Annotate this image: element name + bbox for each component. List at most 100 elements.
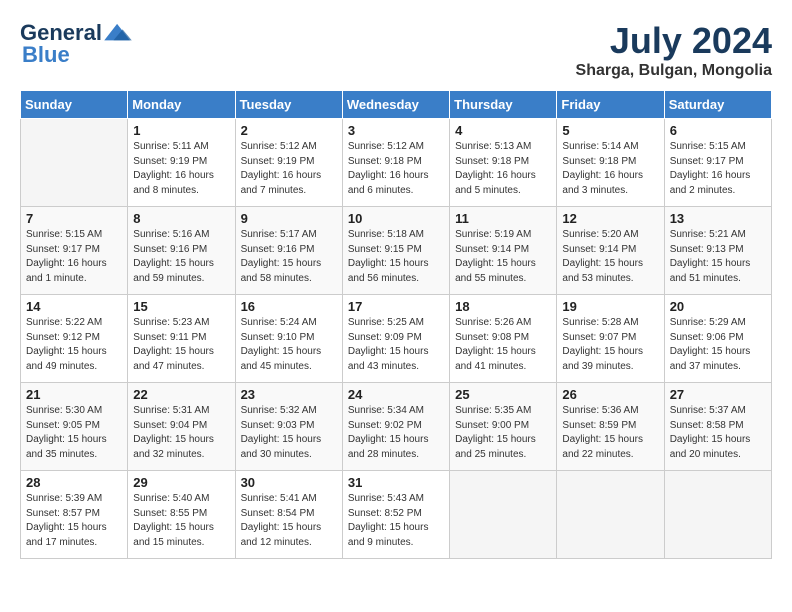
day-number: 25	[455, 387, 551, 402]
column-header-wednesday: Wednesday	[342, 91, 449, 119]
day-info: Sunrise: 5:18 AM Sunset: 9:15 PM Dayligh…	[348, 228, 444, 286]
day-info: Sunrise: 5:41 AM Sunset: 8:54 PM Dayligh…	[241, 492, 337, 550]
week-row-3: 14 Sunrise: 5:22 AM Sunset: 9:12 PM Dayli…	[21, 295, 772, 383]
day-info: Sunrise: 5:40 AM Sunset: 8:55 PM Dayligh…	[133, 492, 229, 550]
day-info: Sunrise: 5:36 AM Sunset: 8:59 PM Dayligh…	[562, 404, 658, 462]
day-info: Sunrise: 5:20 AM Sunset: 9:14 PM Dayligh…	[562, 228, 658, 286]
day-info: Sunrise: 5:35 AM Sunset: 9:00 PM Dayligh…	[455, 404, 551, 462]
day-info: Sunrise: 5:30 AM Sunset: 9:05 PM Dayligh…	[26, 404, 122, 462]
day-cell: 16 Sunrise: 5:24 AM Sunset: 9:10 PM Dayli…	[235, 295, 342, 383]
day-cell: 28 Sunrise: 5:39 AM Sunset: 8:57 PM Dayli…	[21, 471, 128, 559]
day-info: Sunrise: 5:23 AM Sunset: 9:11 PM Dayligh…	[133, 316, 229, 374]
column-header-tuesday: Tuesday	[235, 91, 342, 119]
day-cell: 14 Sunrise: 5:22 AM Sunset: 9:12 PM Dayli…	[21, 295, 128, 383]
day-cell	[664, 471, 771, 559]
day-cell	[450, 471, 557, 559]
day-info: Sunrise: 5:15 AM Sunset: 9:17 PM Dayligh…	[26, 228, 122, 286]
logo-blue: Blue	[22, 42, 70, 68]
day-number: 28	[26, 475, 122, 490]
day-number: 2	[241, 123, 337, 138]
day-number: 16	[241, 299, 337, 314]
day-cell: 11Sunrise: 5:19 AM Sunset: 9:14 PM Dayli…	[450, 207, 557, 295]
day-cell: 2Sunrise: 5:12 AM Sunset: 9:19 PM Daylig…	[235, 119, 342, 207]
day-info: Sunrise: 5:21 AM Sunset: 9:13 PM Dayligh…	[670, 228, 766, 286]
logo-icon	[104, 22, 132, 44]
column-header-monday: Monday	[128, 91, 235, 119]
day-cell: 30Sunrise: 5:41 AM Sunset: 8:54 PM Dayli…	[235, 471, 342, 559]
day-cell: 29 Sunrise: 5:40 AM Sunset: 8:55 PM Dayli…	[128, 471, 235, 559]
day-cell: 22Sunrise: 5:31 AM Sunset: 9:04 PM Dayli…	[128, 383, 235, 471]
day-number: 5	[562, 123, 658, 138]
day-cell: 17Sunrise: 5:25 AM Sunset: 9:09 PM Dayli…	[342, 295, 449, 383]
week-row-5: 28 Sunrise: 5:39 AM Sunset: 8:57 PM Dayli…	[21, 471, 772, 559]
day-cell: 20Sunrise: 5:29 AM Sunset: 9:06 PM Dayli…	[664, 295, 771, 383]
day-number: 21	[26, 387, 122, 402]
day-number: 15	[133, 299, 229, 314]
day-cell: 12 Sunrise: 5:20 AM Sunset: 9:14 PM Dayli…	[557, 207, 664, 295]
day-number: 14	[26, 299, 122, 314]
day-number: 24	[348, 387, 444, 402]
day-number: 13	[670, 211, 766, 226]
day-number: 10	[348, 211, 444, 226]
day-number: 6	[670, 123, 766, 138]
month-title: July 2024	[576, 20, 772, 62]
day-number: 17	[348, 299, 444, 314]
day-info: Sunrise: 5:17 AM Sunset: 9:16 PM Dayligh…	[241, 228, 337, 286]
day-number: 4	[455, 123, 551, 138]
day-info: Sunrise: 5:24 AM Sunset: 9:10 PM Dayligh…	[241, 316, 337, 374]
day-info: Sunrise: 5:11 AM Sunset: 9:19 PM Dayligh…	[133, 140, 229, 198]
day-number: 7	[26, 211, 122, 226]
day-number: 12	[562, 211, 658, 226]
day-info: Sunrise: 5:34 AM Sunset: 9:02 PM Dayligh…	[348, 404, 444, 462]
day-number: 26	[562, 387, 658, 402]
day-info: Sunrise: 5:26 AM Sunset: 9:08 PM Dayligh…	[455, 316, 551, 374]
column-header-sunday: Sunday	[21, 91, 128, 119]
day-info: Sunrise: 5:14 AM Sunset: 9:18 PM Dayligh…	[562, 140, 658, 198]
day-info: Sunrise: 5:37 AM Sunset: 8:58 PM Dayligh…	[670, 404, 766, 462]
day-info: Sunrise: 5:15 AM Sunset: 9:17 PM Dayligh…	[670, 140, 766, 198]
day-cell	[557, 471, 664, 559]
day-cell: 8Sunrise: 5:16 AM Sunset: 9:16 PM Daylig…	[128, 207, 235, 295]
column-header-saturday: Saturday	[664, 91, 771, 119]
day-info: Sunrise: 5:28 AM Sunset: 9:07 PM Dayligh…	[562, 316, 658, 374]
day-cell: 21 Sunrise: 5:30 AM Sunset: 9:05 PM Dayli…	[21, 383, 128, 471]
day-info: Sunrise: 5:22 AM Sunset: 9:12 PM Dayligh…	[26, 316, 122, 374]
column-header-friday: Friday	[557, 91, 664, 119]
page-header: General Blue July 2024 Sharga, Bulgan, M…	[20, 20, 772, 80]
day-cell: 24 Sunrise: 5:34 AM Sunset: 9:02 PM Dayli…	[342, 383, 449, 471]
day-info: Sunrise: 5:16 AM Sunset: 9:16 PM Dayligh…	[133, 228, 229, 286]
day-number: 11	[455, 211, 551, 226]
week-row-1: 1 Sunrise: 5:11 AM Sunset: 9:19 PM Daylig…	[21, 119, 772, 207]
day-cell: 19Sunrise: 5:28 AM Sunset: 9:07 PM Dayli…	[557, 295, 664, 383]
day-cell: 3Sunrise: 5:12 AM Sunset: 9:18 PM Daylig…	[342, 119, 449, 207]
logo: General Blue	[20, 20, 132, 68]
calendar-table: SundayMondayTuesdayWednesdayThursdayFrid…	[20, 90, 772, 559]
day-info: Sunrise: 5:12 AM Sunset: 9:18 PM Dayligh…	[348, 140, 444, 198]
day-number: 22	[133, 387, 229, 402]
day-info: Sunrise: 5:13 AM Sunset: 9:18 PM Dayligh…	[455, 140, 551, 198]
day-number: 27	[670, 387, 766, 402]
column-headers: SundayMondayTuesdayWednesdayThursdayFrid…	[21, 91, 772, 119]
day-cell: 25 Sunrise: 5:35 AM Sunset: 9:00 PM Dayli…	[450, 383, 557, 471]
day-number: 31	[348, 475, 444, 490]
day-cell: 6 Sunrise: 5:15 AM Sunset: 9:17 PM Daylig…	[664, 119, 771, 207]
day-cell: 31Sunrise: 5:43 AM Sunset: 8:52 PM Dayli…	[342, 471, 449, 559]
day-cell: 26 Sunrise: 5:36 AM Sunset: 8:59 PM Dayli…	[557, 383, 664, 471]
day-info: Sunrise: 5:29 AM Sunset: 9:06 PM Dayligh…	[670, 316, 766, 374]
day-info: Sunrise: 5:39 AM Sunset: 8:57 PM Dayligh…	[26, 492, 122, 550]
day-cell: 13 Sunrise: 5:21 AM Sunset: 9:13 PM Dayli…	[664, 207, 771, 295]
day-cell: 27 Sunrise: 5:37 AM Sunset: 8:58 PM Dayli…	[664, 383, 771, 471]
day-number: 9	[241, 211, 337, 226]
day-cell: 10 Sunrise: 5:18 AM Sunset: 9:15 PM Dayli…	[342, 207, 449, 295]
day-number: 1	[133, 123, 229, 138]
day-cell: 5 Sunrise: 5:14 AM Sunset: 9:18 PM Daylig…	[557, 119, 664, 207]
column-header-thursday: Thursday	[450, 91, 557, 119]
location: Sharga, Bulgan, Mongolia	[576, 62, 772, 80]
day-cell: 7 Sunrise: 5:15 AM Sunset: 9:17 PM Daylig…	[21, 207, 128, 295]
day-cell: 1 Sunrise: 5:11 AM Sunset: 9:19 PM Daylig…	[128, 119, 235, 207]
day-cell: 4 Sunrise: 5:13 AM Sunset: 9:18 PM Daylig…	[450, 119, 557, 207]
title-block: July 2024 Sharga, Bulgan, Mongolia	[576, 20, 772, 80]
day-number: 18	[455, 299, 551, 314]
day-number: 29	[133, 475, 229, 490]
day-cell: 23Sunrise: 5:32 AM Sunset: 9:03 PM Dayli…	[235, 383, 342, 471]
